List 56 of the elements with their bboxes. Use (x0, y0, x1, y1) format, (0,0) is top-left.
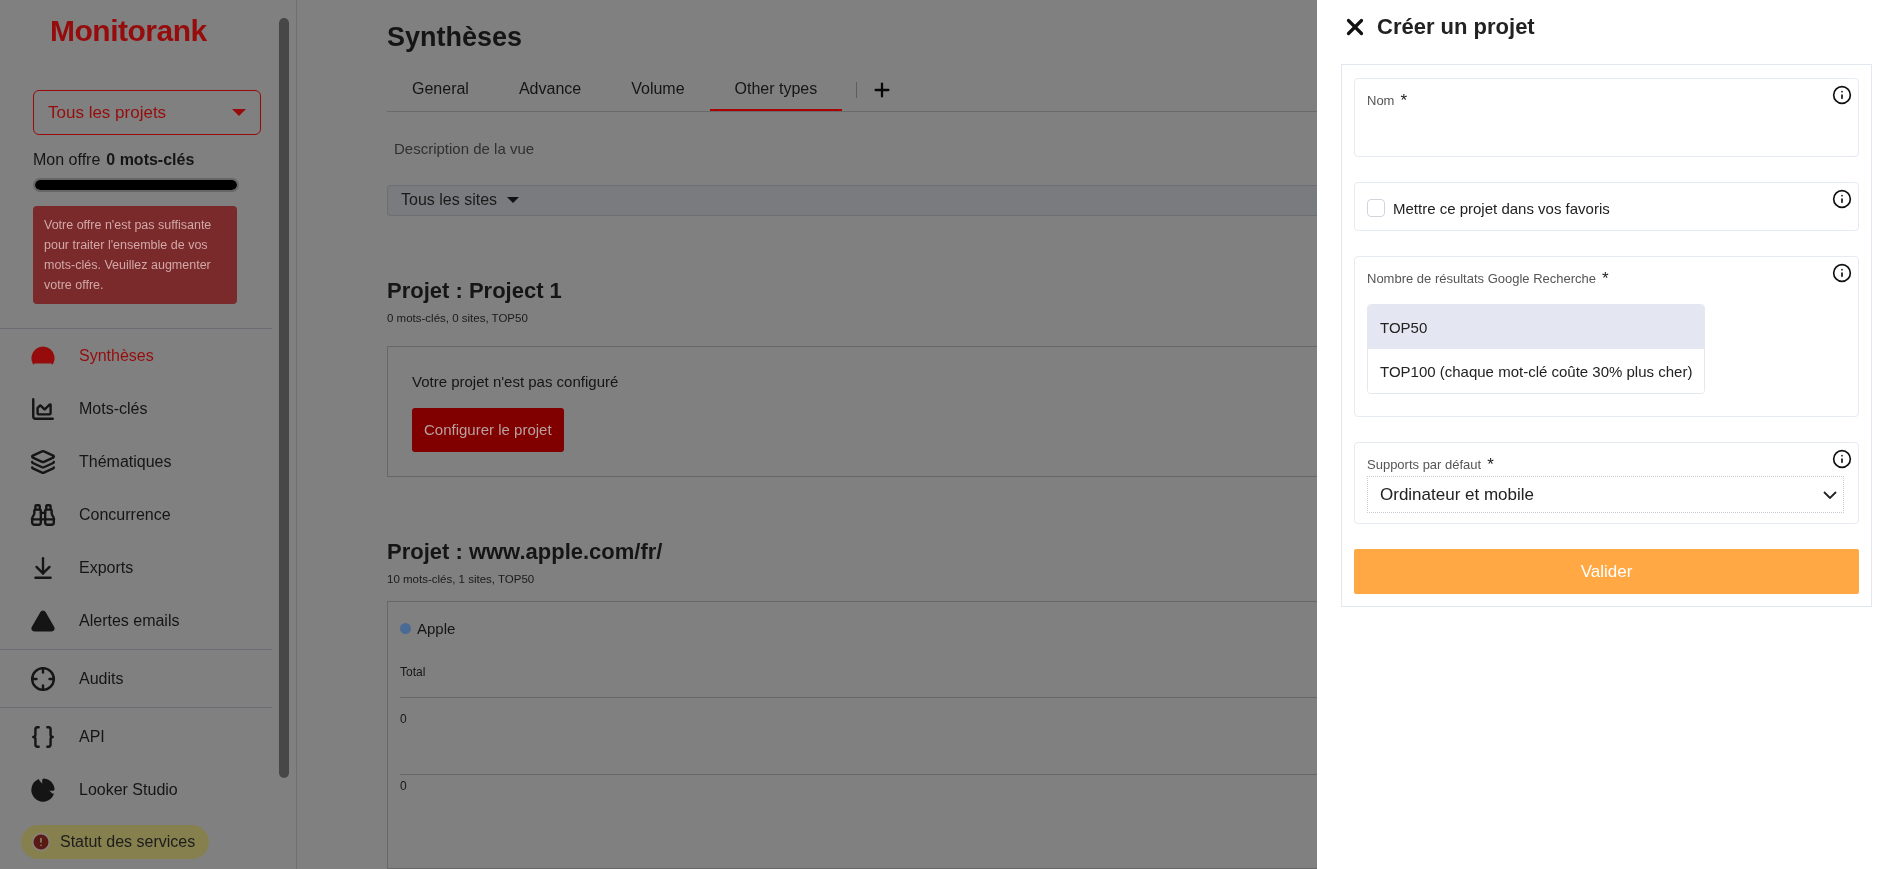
area-chart-icon (30, 395, 56, 422)
nav-item[interactable]: Audits (0, 652, 250, 705)
panel-title: Créer un projet (1377, 14, 1535, 40)
required-mark: * (1602, 272, 1609, 285)
crosshair-icon (30, 665, 56, 692)
nav-item[interactable]: Looker Studio (0, 763, 250, 816)
required-mark: * (1400, 94, 1408, 107)
site-filter[interactable]: Tous les sites (387, 185, 1317, 216)
devices-select[interactable]: Ordinateur et mobile (1367, 476, 1844, 513)
field-label: Nombre de résultats Google Recherche (1367, 271, 1597, 286)
name-field[interactable]: Nom * (1354, 78, 1859, 157)
row-label: Total (400, 664, 426, 679)
pie-chart-icon (30, 776, 56, 803)
plan-value: 0 mots-clés (106, 151, 195, 169)
project-meta: 10 mots-clés, 1 sites, TOP50 (387, 572, 536, 585)
project-message: Votre projet n'est pas configuré (412, 372, 619, 390)
chevron-down-icon (1823, 490, 1837, 499)
layers-icon (30, 448, 56, 475)
info-icon[interactable] (1832, 449, 1852, 469)
option[interactable]: TOP50 (1368, 305, 1705, 349)
info-icon[interactable] (1832, 263, 1852, 283)
legend-label[interactable]: Apple (417, 619, 456, 637)
required-mark: * (1487, 458, 1494, 471)
field-label: Nom (1367, 93, 1395, 108)
project-title: Projet : Project 1 (387, 277, 563, 304)
checkbox-label[interactable]: Mettre ce projet dans vos favoris (1393, 199, 1610, 217)
nav-item[interactable]: Concurrence (0, 488, 250, 541)
configure-button[interactable]: Configurer le projet (412, 407, 564, 452)
caret-icon (507, 197, 520, 204)
status-button[interactable]: Statut des services (21, 825, 210, 859)
nav-item[interactable]: API (0, 710, 250, 763)
axis-value: 0 (400, 778, 407, 793)
scrollbar[interactable] (279, 18, 289, 778)
tab[interactable]: General (387, 69, 494, 111)
tab[interactable]: Advance (493, 69, 607, 111)
plan-warning: Votre offre n'est pas suffisante pour traiter l'ensemble de vos mots-clés. Veuillez augmenter votre offre. (33, 206, 237, 304)
project-meta: 0 mots-clés, 0 sites, TOP50 (387, 311, 529, 324)
braces-icon (30, 723, 56, 750)
tab[interactable]: Other types (709, 69, 843, 111)
nav-item[interactable]: Alertes emails (0, 594, 250, 647)
project-title: Projet : www.apple.com/fr/ (387, 538, 664, 565)
info-icon[interactable] (1832, 189, 1852, 209)
nav-item[interactable]: Thématiques (0, 435, 250, 488)
tab[interactable]: Volume (606, 69, 710, 111)
checkbox[interactable] (1367, 199, 1385, 217)
binoculars-icon (30, 501, 56, 528)
caret-icon (232, 109, 246, 116)
field-label: Supports par défaut (1367, 457, 1482, 472)
info-icon[interactable] (1832, 85, 1852, 105)
nav-item[interactable]: Exports (0, 541, 250, 594)
alert-icon (31, 832, 51, 852)
axis-value: 0 (400, 711, 407, 726)
view-description: Description de la vue (394, 140, 536, 157)
page-title: Synthèses (387, 22, 524, 53)
nav-item[interactable]: Mots-clés (0, 382, 250, 435)
plan-label: Mon offre (33, 151, 101, 169)
